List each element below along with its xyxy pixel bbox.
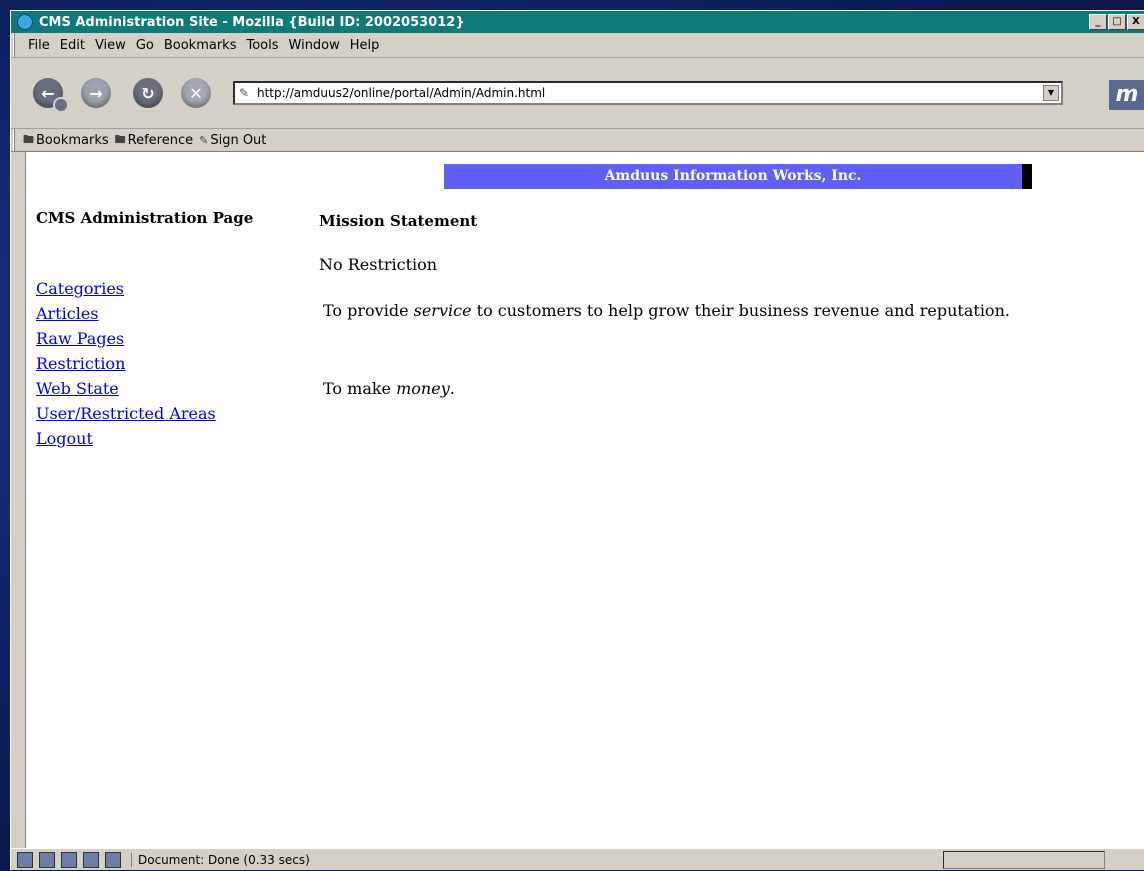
mission-paragraph-1: To provide service to customers to help … xyxy=(323,298,1083,323)
bookmarks-button[interactable]: 🖿 Bookmarks xyxy=(23,131,109,150)
para2-text-end: . xyxy=(449,379,455,398)
composer-icon[interactable] xyxy=(61,852,77,868)
restriction-status: No Restriction xyxy=(319,255,438,274)
mozilla-icon xyxy=(17,14,33,30)
reload-icon: ↻ xyxy=(141,83,155,103)
link-raw-pages[interactable]: Raw Pages xyxy=(36,326,216,351)
admin-nav: Categories Articles Raw Pages Restrictio… xyxy=(36,276,216,451)
window-title: CMS Administration Site - Mozilla {Build… xyxy=(39,14,465,30)
toolbar-grip[interactable] xyxy=(13,33,19,57)
link-restriction[interactable]: Restriction xyxy=(36,351,216,376)
sidebar-collapse-handle[interactable] xyxy=(11,152,26,848)
menu-edit[interactable]: Edit xyxy=(55,38,90,53)
address-book-icon[interactable] xyxy=(83,852,99,868)
reference-label: Reference xyxy=(127,132,194,148)
mission-paragraph-2: To make money. xyxy=(323,376,1083,401)
url-text[interactable]: http://amduus2/online/portal/Admin/Admin… xyxy=(257,86,1043,100)
menu-file[interactable]: File xyxy=(23,38,55,53)
link-articles[interactable]: Articles xyxy=(36,301,216,326)
reload-button[interactable]: ↻ xyxy=(133,78,163,108)
sign-out-button[interactable]: ✎ Sign Out xyxy=(199,133,266,148)
stop-icon: ✕ xyxy=(189,83,203,103)
url-bar[interactable]: ✎ http://amduus2/online/portal/Admin/Adm… xyxy=(233,81,1063,105)
bookmarks-label: Bookmarks xyxy=(36,132,109,148)
menu-help[interactable]: Help xyxy=(345,38,385,53)
para2-text: To make xyxy=(323,379,397,398)
link-user-restricted-areas[interactable]: User/Restricted Areas xyxy=(36,401,216,426)
personal-toolbar: 🖿 Bookmarks 🖿 Reference ✎ Sign Out xyxy=(11,129,1144,152)
link-icon: ✎ xyxy=(199,133,209,147)
mission-statement-title: Mission Statement xyxy=(319,212,478,230)
status-text: Document: Done (0.33 secs) xyxy=(131,853,943,867)
page-proxy-icon[interactable]: ✎ xyxy=(239,86,253,100)
close-button[interactable]: X xyxy=(1127,14,1144,30)
link-web-state[interactable]: Web State xyxy=(36,376,216,401)
menu-bookmarks[interactable]: Bookmarks xyxy=(159,38,242,53)
chat-icon[interactable] xyxy=(105,852,121,868)
para1-emphasis: service xyxy=(413,301,472,320)
minimize-button[interactable]: _ xyxy=(1089,14,1107,30)
para1-text: To provide xyxy=(323,301,414,320)
forward-button[interactable]: → xyxy=(81,78,111,108)
navigator-icon[interactable] xyxy=(17,852,33,868)
folder-icon: 🖿 xyxy=(114,132,126,146)
browser-window: CMS Administration Site - Mozilla {Build… xyxy=(10,10,1144,870)
url-history-dropdown[interactable]: ▼ xyxy=(1043,85,1059,101)
toolbar-grip[interactable] xyxy=(13,129,19,151)
link-categories[interactable]: Categories xyxy=(36,276,216,301)
reference-button[interactable]: 🖿 Reference xyxy=(115,131,193,150)
sign-out-label: Sign Out xyxy=(210,132,267,148)
progress-meter xyxy=(943,851,1105,869)
page-content: Amduus Information Works, Inc. CMS Admin… xyxy=(11,152,1144,848)
status-bar: Document: Done (0.33 secs) xyxy=(11,848,1144,871)
admin-page-title: CMS Administration Page xyxy=(36,209,254,227)
back-arrow-icon: ← xyxy=(41,83,55,103)
site-banner: Amduus Information Works, Inc. xyxy=(444,164,1032,189)
para2-emphasis: money xyxy=(396,379,450,398)
folder-icon: 🖿 xyxy=(23,132,34,146)
menu-bar: File Edit View Go Bookmarks Tools Window… xyxy=(11,33,1144,58)
title-bar[interactable]: CMS Administration Site - Mozilla {Build… xyxy=(11,11,1144,33)
link-logout[interactable]: Logout xyxy=(36,426,216,451)
menu-go[interactable]: Go xyxy=(131,38,159,53)
mail-icon[interactable] xyxy=(39,852,55,868)
maximize-button[interactable]: □ xyxy=(1108,14,1126,30)
navigation-toolbar: ← → ↻ ✕ ✎ http://amduus2/online/portal/A… xyxy=(11,58,1144,129)
back-dropdown-icon[interactable] xyxy=(53,97,69,113)
back-button[interactable]: ← xyxy=(33,78,69,113)
mozilla-throbber-icon[interactable]: m xyxy=(1109,80,1144,110)
forward-arrow-icon: → xyxy=(89,83,103,103)
menu-tools[interactable]: Tools xyxy=(241,38,283,53)
stop-button[interactable]: ✕ xyxy=(181,78,211,108)
menu-window[interactable]: Window xyxy=(284,38,345,53)
menu-view[interactable]: View xyxy=(90,38,131,53)
para1-text-end: to customers to help grow their business… xyxy=(471,301,1010,320)
